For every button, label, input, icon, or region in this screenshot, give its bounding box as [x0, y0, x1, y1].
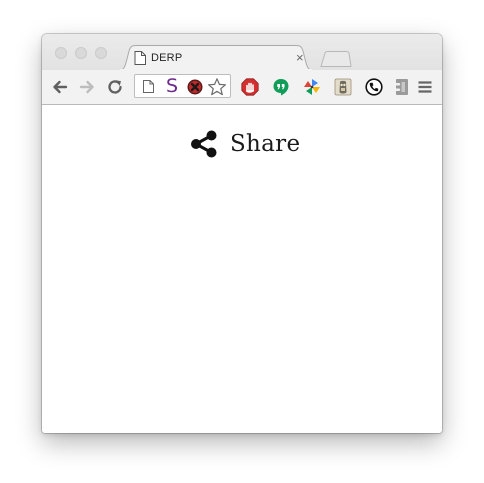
arrow-left-icon[interactable]	[51, 78, 69, 96]
page-content: Share	[42, 105, 442, 433]
title-bar: DERP ×	[42, 34, 442, 71]
minimize-window-button[interactable]	[75, 47, 87, 59]
share-label: Share	[230, 131, 301, 157]
browser-window: DERP × S Share	[42, 34, 442, 433]
page-icon	[143, 80, 154, 93]
tabs-manager-icon[interactable]	[334, 78, 352, 96]
tab-close-icon[interactable]: ×	[296, 50, 304, 65]
hangouts-icon[interactable]	[272, 78, 290, 96]
hamburger-menu-icon[interactable]	[416, 78, 434, 96]
stop-hand-icon[interactable]	[241, 78, 259, 96]
address-bar[interactable]: S	[134, 74, 231, 98]
reload-icon[interactable]	[106, 78, 124, 96]
puzzle-icon[interactable]	[393, 78, 411, 96]
share-button[interactable]: Share	[189, 128, 300, 160]
zoom-window-button[interactable]	[95, 47, 107, 59]
browser-toolbar: S	[42, 70, 442, 105]
phone-icon[interactable]	[365, 78, 383, 96]
s-extension-icon[interactable]: S	[166, 75, 178, 97]
star-icon[interactable]	[207, 77, 227, 97]
page-icon	[134, 51, 146, 65]
new-tab-button[interactable]	[320, 51, 352, 67]
arrow-right-icon[interactable]	[78, 78, 96, 96]
close-window-button[interactable]	[55, 47, 67, 59]
tab-derp[interactable]: DERP ×	[118, 45, 314, 71]
pinwheel-icon[interactable]	[303, 78, 321, 96]
share-icon	[191, 130, 217, 158]
tab-shape	[118, 45, 314, 71]
tab-title: DERP	[151, 52, 183, 64]
blocked-icon[interactable]	[187, 79, 203, 95]
